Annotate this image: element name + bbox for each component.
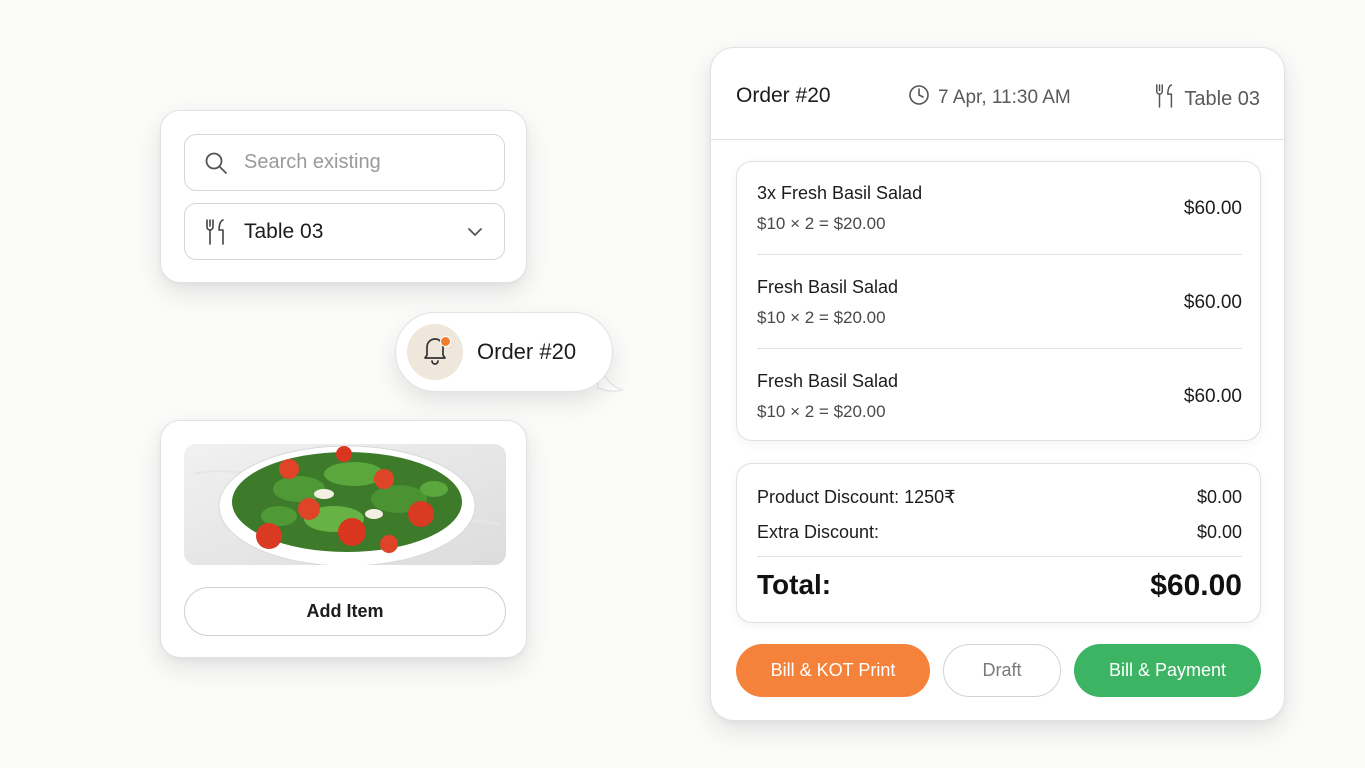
bill-payment-button[interactable]: Bill & Payment (1074, 644, 1261, 697)
item-calc: $10 × 2 = $20.00 (757, 214, 886, 233)
order-table: Table 03 (1154, 83, 1260, 115)
divider (757, 556, 1242, 557)
draft-button[interactable]: Draft (943, 644, 1061, 697)
item-name: Fresh Basil Salad (757, 371, 899, 391)
salad-bowl-image (184, 444, 506, 565)
order-time: 7 Apr, 11:30 AM (908, 84, 1071, 112)
search-placeholder: Search existing (244, 151, 381, 173)
notification-dot (440, 336, 451, 347)
search-icon (203, 150, 229, 176)
item-calc: $10 × 2 = $20.00 (757, 402, 886, 421)
search-card: Search existing Table 03 (160, 110, 527, 283)
divider (757, 254, 1242, 255)
item-name: Fresh Basil Salad (757, 277, 899, 297)
order-panel: Order #20 7 Apr, 11:30 AM Table 03 3x Fr… (710, 47, 1285, 721)
item-price: $60.00 (1183, 198, 1242, 219)
product-discount-value: $0.00 (1196, 487, 1242, 507)
item-name: 3x Fresh Basil Salad (757, 183, 923, 203)
product-discount-label: Product Discount: 1250₹ (757, 487, 956, 507)
search-input[interactable]: Search existing (184, 134, 505, 191)
product-card: Add Item (160, 420, 527, 658)
list-item[interactable]: Fresh Basil Salad $10 × 2 = $20.00 $60.0… (757, 350, 1242, 444)
chevron-down-icon[interactable] (466, 223, 484, 246)
total-value: $60.00 (1150, 569, 1242, 602)
item-calc: $10 × 2 = $20.00 (757, 308, 886, 327)
order-time-text: 7 Apr, 11:30 AM (938, 87, 1071, 108)
order-header: Order #20 7 Apr, 11:30 AM Table 03 (711, 48, 1284, 140)
order-summary: Product Discount: 1250₹ $0.00 Extra Disc… (736, 463, 1261, 623)
table-select-value: Table 03 (244, 219, 324, 243)
order-table-text: Table 03 (1184, 87, 1260, 110)
order-title: Order #20 (736, 84, 831, 107)
list-item[interactable]: Fresh Basil Salad $10 × 2 = $20.00 $60.0… (757, 256, 1242, 350)
add-item-button[interactable]: Add Item (184, 587, 506, 636)
item-price: $60.00 (1183, 386, 1242, 407)
extra-discount-label: Extra Discount: (757, 522, 880, 542)
bill-kot-print-button[interactable]: Bill & KOT Print (736, 644, 930, 697)
fork-knife-icon (1154, 83, 1176, 115)
item-price: $60.00 (1183, 292, 1242, 313)
clock-icon (908, 84, 930, 112)
fork-knife-icon (203, 218, 229, 245)
notification-label: Order #20 (477, 339, 577, 364)
order-items-list: 3x Fresh Basil Salad $10 × 2 = $20.00 $6… (736, 161, 1261, 441)
table-select[interactable]: Table 03 (184, 203, 505, 260)
total-label: Total: (757, 569, 832, 600)
order-notification[interactable]: Order #20 (395, 312, 613, 392)
bell-avatar (407, 324, 463, 380)
list-item[interactable]: 3x Fresh Basil Salad $10 × 2 = $20.00 $6… (757, 162, 1242, 256)
extra-discount-value: $0.00 (1196, 522, 1242, 542)
divider (757, 348, 1242, 349)
